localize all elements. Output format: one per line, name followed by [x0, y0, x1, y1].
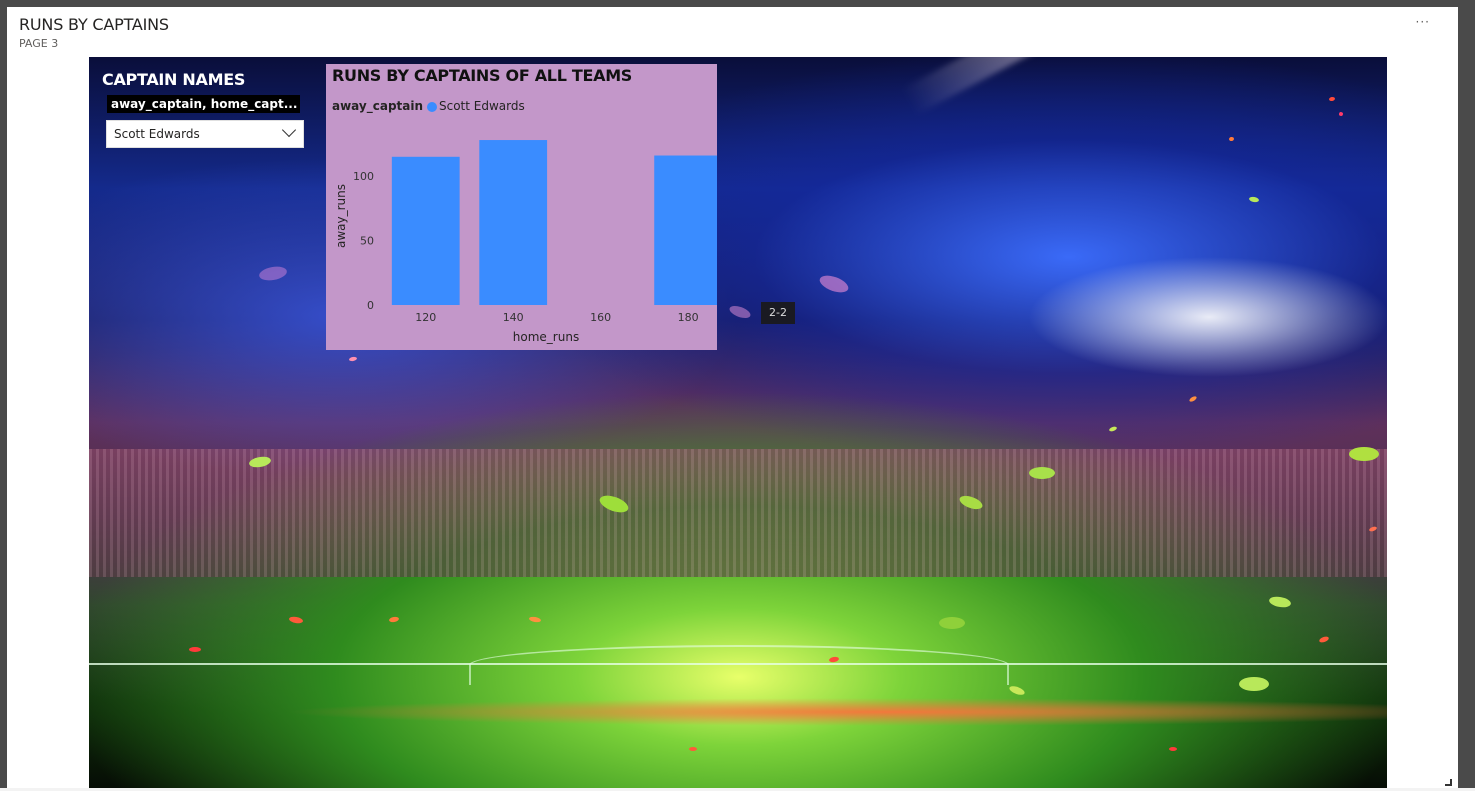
more-options-button[interactable]: ···: [1416, 15, 1430, 29]
confetti-piece: [1318, 635, 1330, 644]
x-tick-label: 180: [678, 311, 699, 324]
runs-chart-card[interactable]: RUNS BY CAPTAINS OF ALL TEAMS away_capta…: [326, 64, 717, 350]
x-tick-label: 120: [415, 311, 436, 324]
chevron-down-icon: [281, 122, 297, 138]
captain-dropdown[interactable]: Scott Edwards: [106, 120, 304, 148]
confetti-piece: [1268, 595, 1292, 609]
page-header: RUNS BY CAPTAINS PAGE 3: [19, 15, 169, 50]
confetti-piece: [1349, 447, 1379, 461]
light-beam: [901, 57, 1376, 116]
confetti-piece: [727, 303, 753, 321]
x-tick-label: 160: [590, 311, 611, 324]
y-tick-label: 50: [360, 235, 374, 248]
field-arc: [469, 645, 1009, 685]
confetti-piece: [1239, 677, 1269, 691]
confetti-piece: [1188, 395, 1198, 403]
y-tick-label: 0: [367, 299, 374, 312]
scoreboard: 2-2: [761, 302, 795, 324]
bar-chart: 120 140 160 180 0 50 100 home_runs away_runs: [334, 140, 717, 344]
confetti-piece: [1029, 467, 1055, 479]
chart-bar[interactable]: [391, 156, 460, 305]
confetti-piece: [288, 615, 304, 625]
page-title: RUNS BY CAPTAINS: [19, 15, 169, 34]
confetti-piece: [189, 647, 201, 652]
y-tick-label: 100: [353, 170, 374, 183]
confetti-piece: [1228, 136, 1235, 142]
confetti-piece: [939, 617, 965, 629]
confetti-piece: [1108, 425, 1118, 433]
slicer-field-label: away_captain, home_capt...: [107, 95, 300, 113]
x-axis-title: home_runs: [513, 330, 579, 344]
confetti-piece: [1248, 196, 1260, 203]
confetti-piece: [1008, 684, 1026, 697]
y-axis-title: away_runs: [334, 184, 348, 248]
confetti-piece: [689, 747, 697, 751]
confetti-piece: [1328, 96, 1336, 102]
confetti-piece: [348, 356, 358, 362]
stadium-stands: [89, 449, 1387, 577]
page-subtitle: PAGE 3: [19, 37, 59, 50]
confetti-piece: [1169, 747, 1177, 751]
x-tick-label: 140: [503, 311, 524, 324]
right-gutter: [1458, 7, 1475, 788]
confetti-piece: [1338, 111, 1344, 117]
chart-bar[interactable]: [654, 155, 717, 305]
field-line: [89, 663, 1387, 665]
confetti-piece: [388, 616, 400, 623]
dropdown-selected-value: Scott Edwards: [114, 127, 200, 141]
chart-bar[interactable]: [479, 140, 548, 305]
field-glow: [89, 697, 1387, 727]
resize-handle-icon[interactable]: [1445, 779, 1452, 786]
stadium-background-image: 2-2: [89, 57, 1387, 788]
confetti-piece: [528, 615, 542, 624]
confetti-piece: [258, 264, 288, 283]
confetti-piece: [817, 272, 851, 296]
slicer-title: CAPTAIN NAMES: [102, 70, 246, 89]
